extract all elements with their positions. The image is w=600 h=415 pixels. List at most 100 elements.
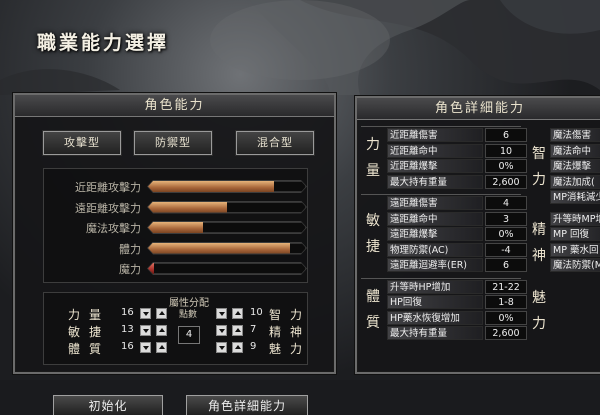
increase-arrow-icon[interactable] <box>232 342 243 353</box>
detail-row: 升等時MP增 <box>550 211 600 227</box>
detail-stat-value: 2,600 <box>485 174 527 189</box>
detailed-stats-title: 角色詳細能力 <box>357 98 600 120</box>
detail-stat-value: 4 <box>485 196 527 210</box>
detail-stat-value: 6 <box>485 258 527 272</box>
detail-stat-name: 升等時MP增 <box>550 211 600 226</box>
attribute-value: 16 <box>121 307 134 318</box>
detail-stats-button[interactable]: 角色詳細能力 <box>186 395 308 415</box>
stat-row: 遠距離攻擊力 <box>44 199 309 217</box>
stat-label: 遠距離攻擊力 <box>75 201 141 215</box>
detail-stat-name: 最大持有重量 <box>387 174 483 189</box>
detail-row: 魔法命中 <box>550 143 600 159</box>
character-stats-panel: 角色能力 攻擊型 防禦型 混合型 近距離攻擊力 遠距離攻擊力 魔法攻擊力 體力 魔力 屬… <box>13 93 336 374</box>
detail-stat-value: 0% <box>485 159 527 173</box>
stat-bar-track <box>148 222 306 233</box>
stat-bar-fill <box>148 222 203 233</box>
defense-type-button[interactable]: 防禦型 <box>133 130 213 156</box>
decrease-arrow-icon[interactable] <box>140 308 151 319</box>
stat-bar-track <box>148 263 306 274</box>
detail-row: 物理防禦(AC) -4 <box>387 242 527 258</box>
decrease-arrow-icon[interactable] <box>216 342 227 353</box>
decrease-arrow-icon[interactable] <box>216 308 227 319</box>
group-label: 精 神 <box>532 221 546 264</box>
attack-type-button[interactable]: 攻擊型 <box>42 130 122 156</box>
detail-stat-name: 魔法防禦(M <box>550 258 600 272</box>
decrease-arrow-icon[interactable] <box>216 325 227 336</box>
detail-stat-name: 魔法命中 <box>550 143 600 158</box>
detail-row: 最大持有重量 2,600 <box>387 326 527 341</box>
attribute-value: 10 <box>250 307 263 318</box>
detail-row: HP藥水恢復增加 0% <box>387 310 527 326</box>
detail-row: 遠距離爆擊 0% <box>387 227 527 242</box>
increase-arrow-icon[interactable] <box>156 325 167 336</box>
stat-bar-track <box>148 202 306 213</box>
detail-stat-value: -4 <box>485 242 527 257</box>
detail-row: 遠距離命中 3 <box>387 211 527 227</box>
stat-label: 魔力 <box>119 263 141 276</box>
detail-stat-name: 物理防禦(AC) <box>387 242 483 257</box>
detail-stat-value: 1-8 <box>485 295 527 309</box>
increase-arrow-icon[interactable] <box>232 325 243 336</box>
window-title: 職業能力選擇 <box>37 32 170 54</box>
detailed-stats-panel: 角色詳細能力 力 量近距離傷害 6 近距離命中 10 近距離爆擊 0% 最大持有重量 2,60… <box>355 96 600 374</box>
detail-stat-name: MP消耗減少 <box>550 190 600 204</box>
detail-stat-name: 魔法爆擊 <box>550 159 600 173</box>
detail-row: 近距離命中 10 <box>387 143 527 159</box>
detail-row: 遠距離傷害 4 <box>387 196 527 211</box>
attribute-name: 體質 <box>68 342 111 356</box>
group-label: 體 質 <box>366 288 380 331</box>
detail-stat-value: 0% <box>485 310 527 325</box>
stat-label: 體力 <box>119 242 141 256</box>
detail-stat-name: 遠距離迴避率(ER) <box>387 258 483 272</box>
detail-row: MP消耗減少 <box>550 190 600 205</box>
detail-stat-name: 魔法傷害 <box>550 128 600 142</box>
group-label: 智 力 <box>532 145 546 188</box>
stat-label: 魔法攻擊力 <box>86 222 141 235</box>
group-label: 魅 力 <box>532 289 546 332</box>
detail-stat-name: HP藥水恢復增加 <box>387 310 483 325</box>
stat-row: 魔法攻擊力 <box>44 219 309 237</box>
reset-button[interactable]: 初始化 <box>53 395 163 415</box>
detail-stat-name: 近距離傷害 <box>387 128 483 142</box>
mixed-type-button[interactable]: 混合型 <box>235 130 315 156</box>
attribute-value: 7 <box>250 324 257 335</box>
detail-stat-value: 2,600 <box>485 326 527 340</box>
stat-row: 近距離攻擊力 <box>44 178 309 196</box>
attribute-name: 力量 <box>68 308 111 322</box>
stat-bar-track <box>148 181 306 192</box>
increase-arrow-icon[interactable] <box>156 342 167 353</box>
stat-bars: 近距離攻擊力 遠距離攻擊力魔法攻擊力體力魔力 <box>43 168 308 283</box>
detail-stat-name: 遠距離爆擊 <box>387 227 483 241</box>
stat-label: 近距離攻擊力 <box>75 181 141 194</box>
detail-stat-name: 近距離爆擊 <box>387 159 483 173</box>
stat-bar-track <box>148 243 306 254</box>
stat-row: 體力 <box>44 240 309 258</box>
stat-bar-fill <box>148 181 274 192</box>
remaining-points: 4 <box>178 326 200 344</box>
detail-row: 魔法爆擊 <box>550 159 600 174</box>
increase-arrow-icon[interactable] <box>232 308 243 319</box>
detail-row: 魔法傷害 <box>550 128 600 143</box>
attribute-value: 9 <box>250 341 257 352</box>
detail-row: 近距離爆擊 0% <box>387 159 527 174</box>
decrease-arrow-icon[interactable] <box>140 342 151 353</box>
detail-stat-name: MP 藥水回 <box>550 242 600 257</box>
character-stats-title: 角色能力 <box>15 95 334 117</box>
attribute-value: 13 <box>121 324 134 335</box>
attribute-name: 智力 <box>269 308 312 322</box>
detail-row: 近距離傷害 6 <box>387 128 527 143</box>
decrease-arrow-icon[interactable] <box>140 325 151 336</box>
stat-row: 魔力 <box>44 260 309 278</box>
detail-row: MP 回復 <box>550 227 600 242</box>
detail-row: MP 藥水回 <box>550 242 600 258</box>
attribute-name: 魅力 <box>269 342 312 356</box>
detail-row: 升等時HP增加 21-22 <box>387 279 527 295</box>
attribute-name: 精神 <box>269 325 312 339</box>
group-label: 敏 捷 <box>366 212 380 255</box>
detail-row: 最大持有重量 2,600 <box>387 174 527 190</box>
detail-row: 遠距離迴避率(ER) 6 <box>387 258 527 273</box>
detail-row: HP回復 1-8 <box>387 295 527 310</box>
detail-stat-value: 6 <box>485 128 527 142</box>
detail-row: 魔法防禦(M <box>550 258 600 273</box>
increase-arrow-icon[interactable] <box>156 308 167 319</box>
